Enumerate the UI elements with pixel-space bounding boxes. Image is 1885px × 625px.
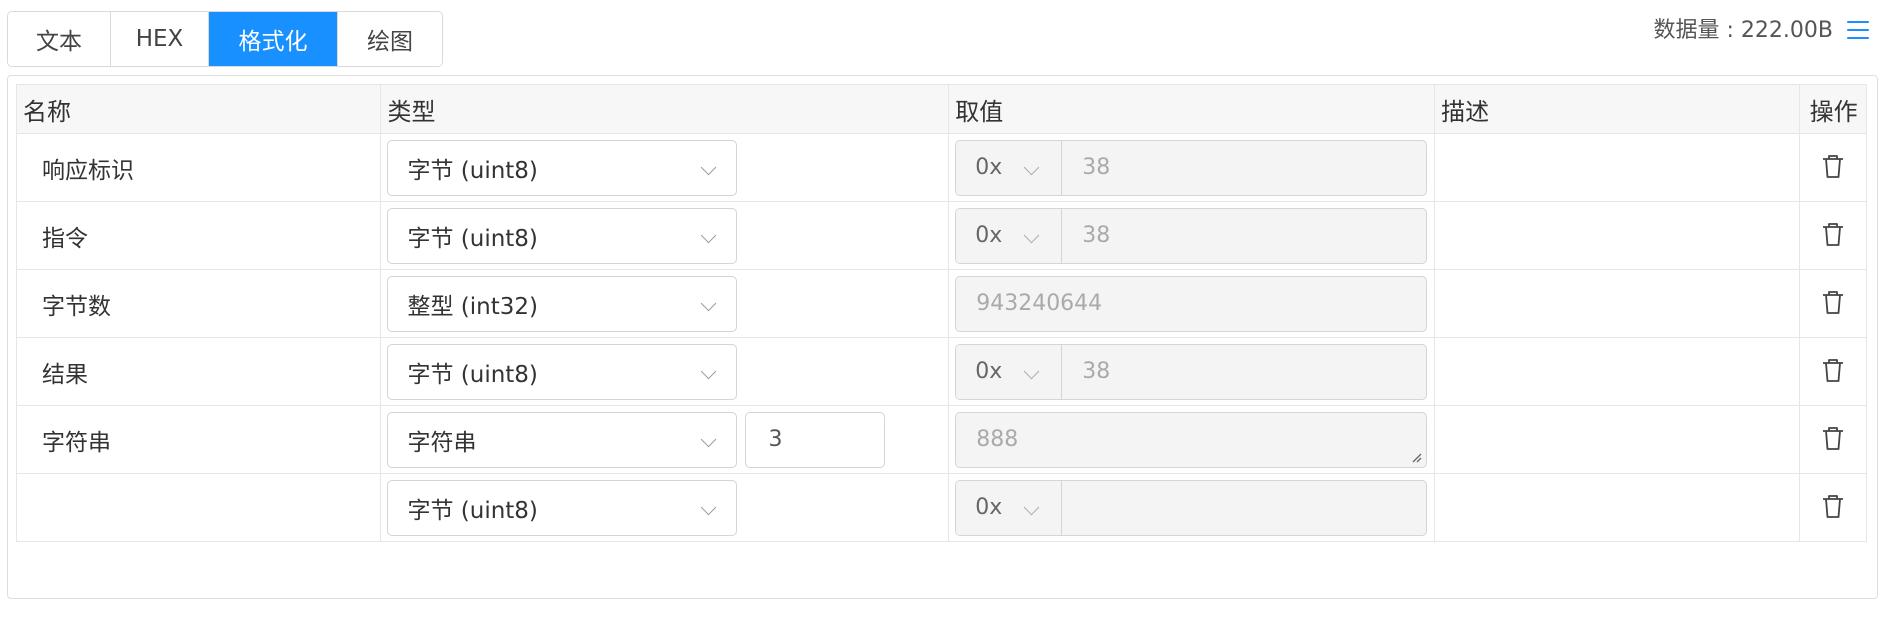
description-cell[interactable]: [1434, 201, 1800, 270]
radix-select[interactable]: 0x: [956, 480, 1063, 535]
chevron-down-icon: [701, 159, 717, 175]
value-textarea[interactable]: 888: [955, 411, 1428, 468]
data-size-label: 数据量 : 222.00B: [1653, 18, 1833, 43]
trash-icon[interactable]: [1821, 357, 1845, 383]
tab-format[interactable]: 格式化: [209, 12, 338, 66]
type-select-value: 字节 (uint8): [407, 361, 538, 388]
tab-text[interactable]: 文本: [8, 12, 111, 66]
radix-select-value: 0x: [975, 359, 1003, 384]
header-value: 取值: [948, 84, 1436, 134]
value-input-group: 0x 38: [955, 139, 1428, 196]
chevron-down-icon: [1023, 499, 1040, 515]
description-cell[interactable]: [1434, 337, 1800, 406]
type-select-value: 字节 (uint8): [407, 497, 538, 524]
tab-plot[interactable]: 绘图: [338, 12, 442, 66]
chevron-down-icon: [701, 295, 717, 311]
value-input-group: 0x: [955, 479, 1428, 536]
hamburger-menu-icon[interactable]: [1845, 18, 1871, 42]
chevron-down-icon: [701, 431, 717, 447]
value-field[interactable]: 943240644: [955, 275, 1428, 332]
table-row: 结果 字节 (uint8) 0x 38: [15, 337, 1868, 406]
description-cell[interactable]: [1434, 133, 1800, 202]
value-input-group: 0x 38: [955, 207, 1428, 264]
value-field[interactable]: 38: [1062, 209, 1426, 263]
field-name[interactable]: 字节数: [15, 269, 382, 338]
field-name[interactable]: 响应标识: [15, 133, 382, 202]
chevron-down-icon: [701, 363, 717, 379]
chevron-down-icon: [1023, 363, 1040, 379]
field-table: 名称 类型 取值 描述 操作 响应标识 字节 (uint8) 0x 38 指令 字…: [15, 84, 1868, 542]
resize-handle-icon[interactable]: [1410, 451, 1422, 463]
view-tabs: 文本 HEX 格式化 绘图: [7, 11, 443, 67]
tab-hex[interactable]: HEX: [111, 12, 209, 66]
description-cell[interactable]: [1434, 473, 1800, 542]
format-panel: 名称 类型 取值 描述 操作 响应标识 字节 (uint8) 0x 38 指令 字…: [7, 75, 1878, 599]
trash-icon[interactable]: [1821, 289, 1845, 315]
trash-icon[interactable]: [1821, 425, 1845, 451]
type-select-value: 字节 (uint8): [407, 225, 538, 252]
table-row: 字节数 整型 (int32) 943240644: [15, 269, 1868, 338]
radix-select[interactable]: 0x: [956, 344, 1063, 399]
chevron-down-icon: [701, 499, 717, 515]
header-desc: 描述: [1434, 84, 1800, 134]
header-type: 类型: [380, 84, 950, 134]
chevron-down-icon: [1023, 227, 1040, 243]
field-name[interactable]: [15, 473, 382, 542]
value-input-group: 0x 38: [955, 343, 1428, 400]
table-row: 响应标识 字节 (uint8) 0x 38: [15, 133, 1868, 202]
table-row: 字节 (uint8) 0x: [15, 473, 1868, 542]
table-header-row: 名称 类型 取值 描述 操作: [15, 84, 1868, 134]
value-field[interactable]: 38: [1062, 345, 1426, 399]
radix-select[interactable]: 0x: [956, 140, 1063, 195]
radix-select[interactable]: 0x: [956, 208, 1063, 263]
radix-select-value: 0x: [975, 155, 1003, 180]
type-select[interactable]: 字节 (uint8): [387, 207, 738, 264]
header-op: 操作: [1798, 84, 1868, 134]
type-select[interactable]: 字节 (uint8): [387, 479, 738, 536]
table-row: 字符串 字符串 888: [15, 405, 1868, 474]
field-name[interactable]: 结果: [15, 337, 382, 406]
radix-select-value: 0x: [975, 495, 1003, 520]
type-select-value: 整型 (int32): [407, 293, 538, 320]
type-select[interactable]: 字节 (uint8): [387, 139, 738, 196]
string-length-input[interactable]: [745, 411, 886, 468]
chevron-down-icon: [1023, 159, 1040, 175]
trash-icon[interactable]: [1821, 153, 1845, 179]
description-cell[interactable]: [1434, 405, 1800, 474]
value-field[interactable]: 38: [1062, 141, 1426, 195]
type-select[interactable]: 整型 (int32): [387, 275, 738, 332]
value-field[interactable]: [1062, 481, 1426, 535]
description-cell[interactable]: [1434, 269, 1800, 338]
type-select-value: 字符串: [407, 429, 477, 456]
radix-select-value: 0x: [975, 223, 1003, 248]
trash-icon[interactable]: [1821, 493, 1845, 519]
table-row: 指令 字节 (uint8) 0x 38: [15, 201, 1868, 270]
field-name[interactable]: 指令: [15, 201, 382, 270]
chevron-down-icon: [701, 227, 717, 243]
value-text: 888: [976, 427, 1019, 452]
field-name[interactable]: 字符串: [15, 405, 382, 474]
trash-icon[interactable]: [1821, 221, 1845, 247]
type-select-value: 字节 (uint8): [407, 157, 538, 184]
type-select[interactable]: 字符串: [387, 411, 738, 468]
header-name: 名称: [15, 84, 382, 134]
type-select[interactable]: 字节 (uint8): [387, 343, 738, 400]
